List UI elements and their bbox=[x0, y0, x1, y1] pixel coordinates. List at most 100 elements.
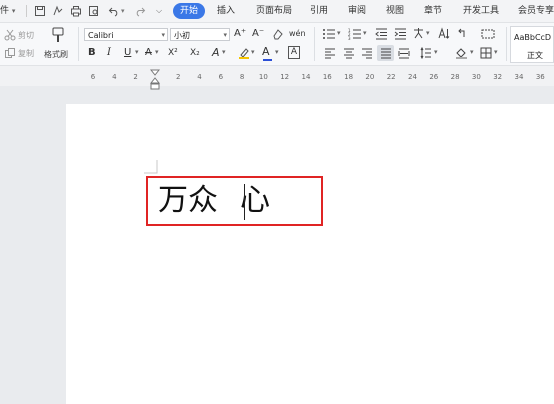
output-pdf-icon[interactable] bbox=[52, 5, 64, 17]
ruler-tick-label: 14 bbox=[301, 73, 311, 81]
strikethrough-icon[interactable]: A bbox=[145, 46, 152, 60]
format-painter-icon[interactable] bbox=[50, 26, 66, 44]
tab-view[interactable]: 视图 bbox=[386, 0, 404, 22]
separator bbox=[78, 27, 79, 61]
file-menu[interactable]: 件 ▾ bbox=[0, 0, 15, 22]
shading-dropdown-icon[interactable]: ▾ bbox=[470, 48, 474, 56]
chinese-layout-dropdown-icon[interactable]: ▾ bbox=[426, 29, 430, 37]
align-justify-icon bbox=[381, 48, 391, 59]
ruler-tick-label: 34 bbox=[514, 73, 524, 81]
style-preview-text: AaBbCcD bbox=[514, 33, 552, 42]
menu-bar: 件 ▾ ▾ ⌵ 开始 插入 页面布局 引用 审阅 视图 章节 开发工具 会员专享 bbox=[0, 0, 554, 23]
ruler-tick-label: 2 bbox=[175, 73, 181, 81]
tab-references[interactable]: 引用 bbox=[310, 0, 328, 22]
align-left-icon[interactable] bbox=[324, 47, 336, 59]
tab-page-layout[interactable]: 页面布局 bbox=[256, 0, 292, 22]
sort-icon[interactable] bbox=[437, 27, 450, 40]
grow-font-button[interactable]: A⁺ bbox=[234, 27, 246, 41]
ruler-tick-label: 12 bbox=[280, 73, 290, 81]
separator bbox=[26, 5, 27, 17]
chinese-layout-icon[interactable] bbox=[412, 27, 425, 40]
text-caret bbox=[244, 184, 245, 220]
char-border-button[interactable]: A bbox=[288, 46, 300, 59]
align-right-icon[interactable] bbox=[361, 47, 373, 59]
font-color-button[interactable]: A bbox=[262, 45, 270, 59]
highlight-icon[interactable] bbox=[238, 47, 250, 59]
underline-button[interactable]: U bbox=[124, 46, 131, 60]
ruler-tick-label: 26 bbox=[429, 73, 439, 81]
ruler-tick-label: 24 bbox=[408, 73, 417, 81]
ruler-tick-label: 22 bbox=[386, 73, 396, 81]
format-painter-button[interactable]: 格式刷 bbox=[44, 49, 68, 60]
font-color-dropdown-icon[interactable]: ▾ bbox=[275, 48, 279, 56]
font-name-select[interactable]: Calibri ▾ bbox=[84, 28, 168, 41]
document-page[interactable] bbox=[66, 104, 554, 404]
ruler-tick-label: 30 bbox=[471, 73, 481, 81]
borders-dropdown-icon[interactable]: ▾ bbox=[494, 48, 498, 56]
clear-format-icon[interactable] bbox=[272, 28, 284, 40]
tab-start[interactable]: 开始 bbox=[173, 3, 206, 19]
copy-icon bbox=[5, 48, 15, 58]
bullet-dropdown-icon[interactable]: ▾ bbox=[337, 29, 341, 37]
underline-dropdown-icon[interactable]: ▾ bbox=[135, 48, 139, 56]
ruler-tick-label: 4 bbox=[112, 73, 117, 81]
text-before-caret[interactable]: 万众 bbox=[158, 183, 218, 218]
ruler-tick-label: 18 bbox=[344, 73, 354, 81]
strikethrough-dropdown-icon[interactable]: ▾ bbox=[155, 48, 159, 56]
scissors-icon bbox=[4, 29, 16, 41]
ruler-tick-label: 16 bbox=[322, 73, 332, 81]
ruler-tick-label: 20 bbox=[365, 73, 375, 81]
undo-icon[interactable] bbox=[108, 5, 120, 17]
copy-button[interactable]: 复制 bbox=[18, 48, 34, 59]
tab-developer-tools[interactable]: 开发工具 bbox=[463, 0, 499, 22]
show-hide-marks-icon[interactable] bbox=[456, 28, 469, 40]
ruler-tick-label: 28 bbox=[450, 73, 460, 81]
tab-section[interactable]: 章节 bbox=[424, 0, 442, 22]
line-spacing-dropdown-icon[interactable]: ▾ bbox=[434, 48, 438, 56]
margin-corner-mark bbox=[144, 160, 158, 174]
ribbon: 剪切 复制 格式刷 Calibri ▾ 小初 ▾ A⁺ A⁻ wén B I U ▾… bbox=[0, 23, 554, 66]
bold-button[interactable]: B bbox=[88, 46, 96, 60]
separator bbox=[314, 27, 315, 61]
numbering-dropdown-icon[interactable]: ▾ bbox=[363, 29, 367, 37]
style-normal-label: 正文 bbox=[527, 51, 543, 60]
tab-insert[interactable]: 插入 bbox=[217, 0, 235, 22]
indent-marker-icon[interactable] bbox=[150, 69, 160, 91]
align-center-icon[interactable] bbox=[343, 47, 355, 59]
table-tools-icon[interactable] bbox=[481, 28, 495, 40]
print-icon[interactable] bbox=[70, 5, 82, 17]
numbered-list-icon[interactable]: 123 bbox=[348, 28, 362, 40]
bullet-list-icon[interactable] bbox=[322, 28, 336, 40]
font-size-select[interactable]: 小初 ▾ bbox=[170, 28, 230, 41]
document-text[interactable]: 万众心 bbox=[158, 178, 270, 224]
font-color-swatch bbox=[263, 59, 272, 61]
undo-dropdown-icon[interactable]: ▾ bbox=[121, 0, 125, 22]
customize-quick-access-icon[interactable]: ⌵ bbox=[156, 0, 162, 22]
separator bbox=[506, 27, 507, 61]
italic-button[interactable]: I bbox=[107, 46, 111, 60]
cut-button[interactable]: 剪切 bbox=[18, 30, 34, 41]
decrease-indent-icon[interactable] bbox=[375, 28, 388, 40]
print-preview-icon[interactable] bbox=[88, 5, 100, 17]
tab-review[interactable]: 审阅 bbox=[348, 0, 366, 22]
text-effect-dropdown-icon[interactable]: ▾ bbox=[222, 48, 226, 56]
ruler-tick-label: 36 bbox=[535, 73, 545, 81]
shading-icon[interactable] bbox=[455, 47, 468, 59]
superscript-button[interactable]: X² bbox=[168, 46, 178, 60]
redo-icon[interactable] bbox=[134, 5, 146, 17]
ruler-tick-label: 6 bbox=[90, 73, 96, 81]
phonetic-guide-button[interactable]: wén bbox=[289, 27, 306, 41]
shrink-font-button[interactable]: A⁻ bbox=[252, 27, 264, 41]
ruler-tick-label: 2 bbox=[133, 73, 138, 81]
highlight-dropdown-icon[interactable]: ▾ bbox=[251, 48, 255, 56]
subscript-button[interactable]: X₂ bbox=[190, 46, 200, 60]
tab-member[interactable]: 会员专享 bbox=[518, 0, 554, 22]
ruler-tick-label: 8 bbox=[239, 73, 245, 81]
increase-indent-icon[interactable] bbox=[394, 28, 407, 40]
borders-icon[interactable] bbox=[480, 47, 492, 59]
save-icon[interactable] bbox=[34, 5, 46, 17]
svg-text:3: 3 bbox=[348, 36, 351, 40]
line-spacing-icon[interactable] bbox=[420, 47, 432, 59]
text-effect-icon[interactable]: A bbox=[212, 46, 220, 60]
distribute-icon[interactable] bbox=[398, 47, 410, 59]
